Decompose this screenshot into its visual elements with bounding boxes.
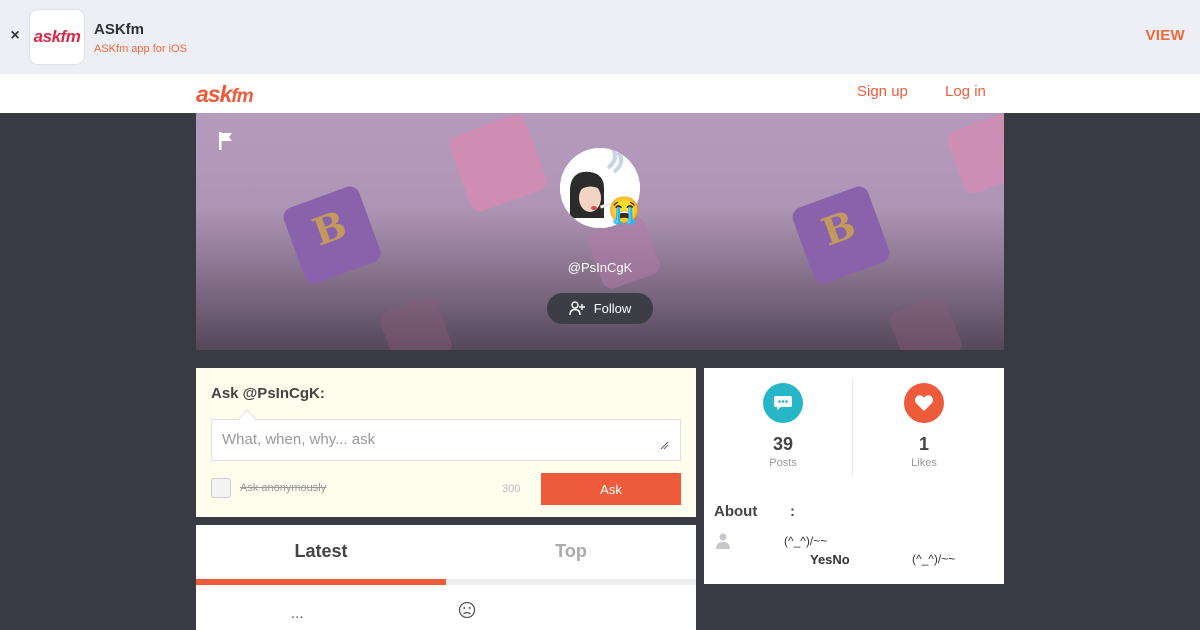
follow-button[interactable]: Follow — [547, 293, 653, 324]
profile-header: B B 😭 @PsInCgK Follow — [196, 113, 1004, 350]
banner-app-title: ASKfm — [94, 21, 145, 38]
askfm-app-icon: askfm — [30, 10, 84, 64]
about-title: About — [714, 503, 758, 520]
likes-heart-icon — [904, 383, 944, 423]
ask-submit-button[interactable]: Ask — [541, 473, 681, 505]
background-block-decoration — [377, 294, 455, 350]
profile-stats-card: 39 Posts 1 Likes About : (^_^)/~~ YesNo … — [704, 368, 1004, 584]
resize-handle-icon[interactable] — [660, 441, 669, 450]
view-app-button[interactable]: VIEW — [1145, 27, 1185, 44]
app-install-banner: × askfm ASKfm ASKfm app for iOS VIEW — [0, 0, 1200, 74]
posts-chat-icon — [763, 383, 803, 423]
add-user-icon — [569, 301, 585, 316]
report-flag-icon[interactable] — [218, 131, 234, 151]
ask-anonymously-checkbox[interactable] — [211, 478, 231, 498]
close-banner-button[interactable]: × — [8, 27, 22, 45]
posts-label: Posts — [769, 457, 797, 469]
question-input[interactable] — [211, 419, 681, 461]
background-block-decoration — [446, 113, 550, 215]
ask-question-card: Ask @PsInCgK: Ask anonymously 300 Ask — [196, 368, 696, 517]
banner-app-subtitle: ASKfm app for iOS — [94, 43, 187, 55]
ask-title: Ask @PsInCgK: — [211, 385, 325, 402]
sad-face-icon — [458, 601, 476, 619]
likes-count: 1 — [918, 434, 929, 454]
follow-label: Follow — [593, 301, 632, 316]
app-icon-logo-text: askfm — [33, 27, 81, 46]
about-colon: : — [790, 503, 795, 520]
background-block-decoration — [944, 113, 1004, 197]
about-bio-line2a: YesNo — [810, 552, 850, 567]
top-navigation: askfm Sign up Log in — [0, 74, 1200, 113]
about-bio-line1: (^_^)/~~ — [784, 534, 828, 548]
login-link[interactable]: Log in — [945, 83, 986, 100]
active-tab-indicator — [196, 579, 446, 585]
profile-username: @PsInCgK — [567, 260, 633, 275]
signup-link[interactable]: Sign up — [857, 83, 908, 100]
block-letter: B — [306, 201, 353, 255]
block-letter: B — [815, 201, 862, 255]
likes-label: Likes — [911, 457, 937, 469]
askfm-logo[interactable]: askfm — [196, 81, 254, 108]
posts-count: 39 — [772, 434, 794, 454]
answer-preview-text: ... — [291, 605, 304, 622]
background-block-decoration — [887, 294, 965, 350]
mood-emoji-icon: 😭 — [608, 195, 641, 225]
tab-latest[interactable]: Latest — [196, 541, 446, 562]
logo-ask-text: ask — [196, 81, 232, 107]
character-counter: 300 — [502, 483, 521, 495]
stats-divider — [852, 378, 853, 476]
answers-tabs-card: Latest Top ... — [196, 525, 696, 630]
logo-fm-text: fm — [231, 86, 253, 107]
person-icon — [716, 533, 730, 549]
tab-top[interactable]: Top — [446, 541, 696, 562]
ask-anonymously-label: Ask anonymously — [240, 482, 327, 494]
about-bio-line2b: (^_^)/~~ — [912, 552, 956, 566]
